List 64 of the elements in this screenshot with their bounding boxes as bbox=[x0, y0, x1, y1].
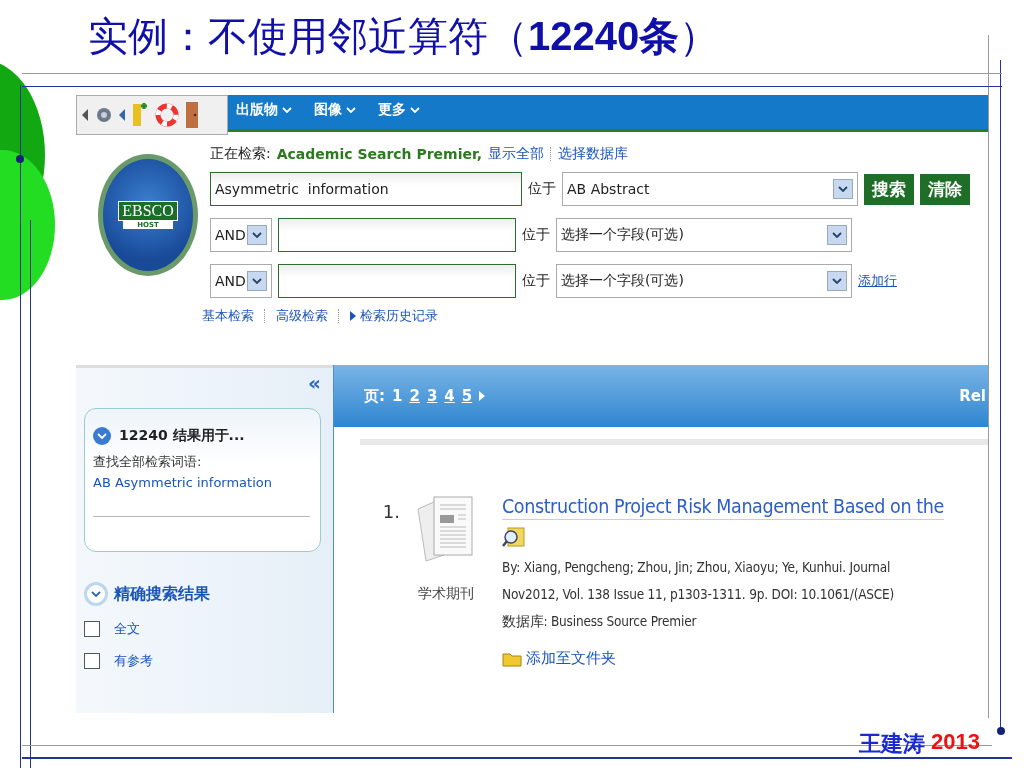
in-field-label: 位于 bbox=[528, 180, 556, 198]
field-select[interactable]: 选择一个字段(可选) bbox=[556, 264, 852, 298]
search-terms: AB Asymmetric information bbox=[93, 475, 273, 490]
folder-icon bbox=[502, 650, 522, 667]
search-mode-link[interactable]: 基本检索 bbox=[202, 307, 254, 325]
nav-tab[interactable]: 更多 bbox=[378, 101, 420, 119]
logo-text: EBSCO bbox=[118, 201, 178, 221]
slide-year: 2013 bbox=[931, 729, 980, 756]
slide-title: 实例：不使用邻近算符（12240条） bbox=[87, 12, 721, 61]
page-label: 页: bbox=[364, 386, 385, 406]
result-title-link[interactable]: Construction Project Risk Management Based on the bbox=[502, 495, 944, 520]
searching-label: 正在检索: bbox=[210, 145, 271, 163]
search-button[interactable]: 清除 bbox=[920, 173, 970, 205]
result-source: Nov2012, Vol. 138 Issue 11, p1303-1311. 9p. DOI: 10.1061/(ASCE) bbox=[502, 585, 896, 604]
result-authors: By: Xiang, Pengcheng; Zhou, Jin; Zhou, Xiaoyu; Ye, Kunhui. Journal bbox=[502, 558, 892, 577]
results-count-heading: 12240 结果用于... bbox=[119, 427, 245, 445]
in-field-label: 位于 bbox=[522, 226, 550, 244]
caret-icon bbox=[282, 107, 292, 113]
magnifier-document-icon[interactable] bbox=[502, 526, 526, 548]
database-link[interactable]: 显示全部 bbox=[488, 145, 545, 163]
database-link[interactable]: 选择数据库 bbox=[558, 145, 629, 163]
expand-toggle-icon[interactable] bbox=[84, 582, 108, 606]
checkbox[interactable] bbox=[84, 621, 100, 637]
triangle-left-icon[interactable] bbox=[119, 109, 125, 121]
lifebuoy-icon[interactable] bbox=[155, 103, 179, 127]
door-icon[interactable] bbox=[185, 101, 199, 129]
filter-option-label: 全文 bbox=[114, 620, 140, 638]
caret-icon bbox=[97, 433, 107, 439]
add-row-link[interactable]: 添加行 bbox=[858, 272, 897, 290]
field-select[interactable]: AB Abstract bbox=[562, 172, 858, 206]
database-label: 数据库: bbox=[502, 613, 549, 629]
checkbox[interactable] bbox=[84, 653, 100, 669]
history-link[interactable]: 检索历史记录 bbox=[350, 307, 438, 325]
database-value: Business Source Premier bbox=[550, 613, 697, 629]
arrow-left-icon[interactable] bbox=[81, 108, 89, 122]
search-mode-link[interactable]: 高级检索 bbox=[276, 307, 328, 325]
operator-select[interactable]: AND bbox=[210, 218, 272, 252]
next-page-icon[interactable] bbox=[479, 391, 486, 401]
search-field[interactable] bbox=[278, 218, 516, 252]
in-field-label: 位于 bbox=[522, 272, 550, 290]
collapse-toggle-icon[interactable] bbox=[93, 427, 111, 445]
caret-icon bbox=[410, 107, 420, 113]
filter-option-label: 有参考 bbox=[114, 652, 153, 670]
operator-select[interactable]: AND bbox=[210, 264, 272, 298]
terms-label: 查找全部检索词语: bbox=[93, 453, 203, 471]
nav-tab[interactable]: 出版物 bbox=[236, 101, 292, 119]
caret-icon bbox=[91, 591, 101, 597]
triangle-right-icon bbox=[350, 311, 356, 321]
result-number: 1. bbox=[381, 500, 401, 524]
publication-type: 学术期刊 bbox=[418, 585, 474, 603]
caret-icon bbox=[346, 107, 356, 113]
bookmark-plus-icon[interactable] bbox=[131, 102, 149, 128]
collapse-button[interactable]: « bbox=[308, 372, 321, 394]
search-button[interactable]: 搜索 bbox=[864, 173, 914, 205]
database-name: Academic Search Premier, bbox=[276, 146, 483, 162]
dot-decoration bbox=[16, 155, 24, 163]
nav-tab[interactable]: 图像 bbox=[314, 101, 356, 119]
author-name: 王建涛 bbox=[859, 730, 926, 758]
dot-decoration bbox=[997, 727, 1005, 735]
refine-heading: 精确搜索结果 bbox=[114, 583, 210, 605]
add-to-folder-link[interactable]: 添加至文件夹 bbox=[502, 649, 944, 668]
field-select[interactable]: 选择一个字段(可选) bbox=[556, 218, 852, 252]
search-field[interactable]: Asymmetric information bbox=[210, 172, 522, 206]
search-field[interactable] bbox=[278, 264, 516, 298]
